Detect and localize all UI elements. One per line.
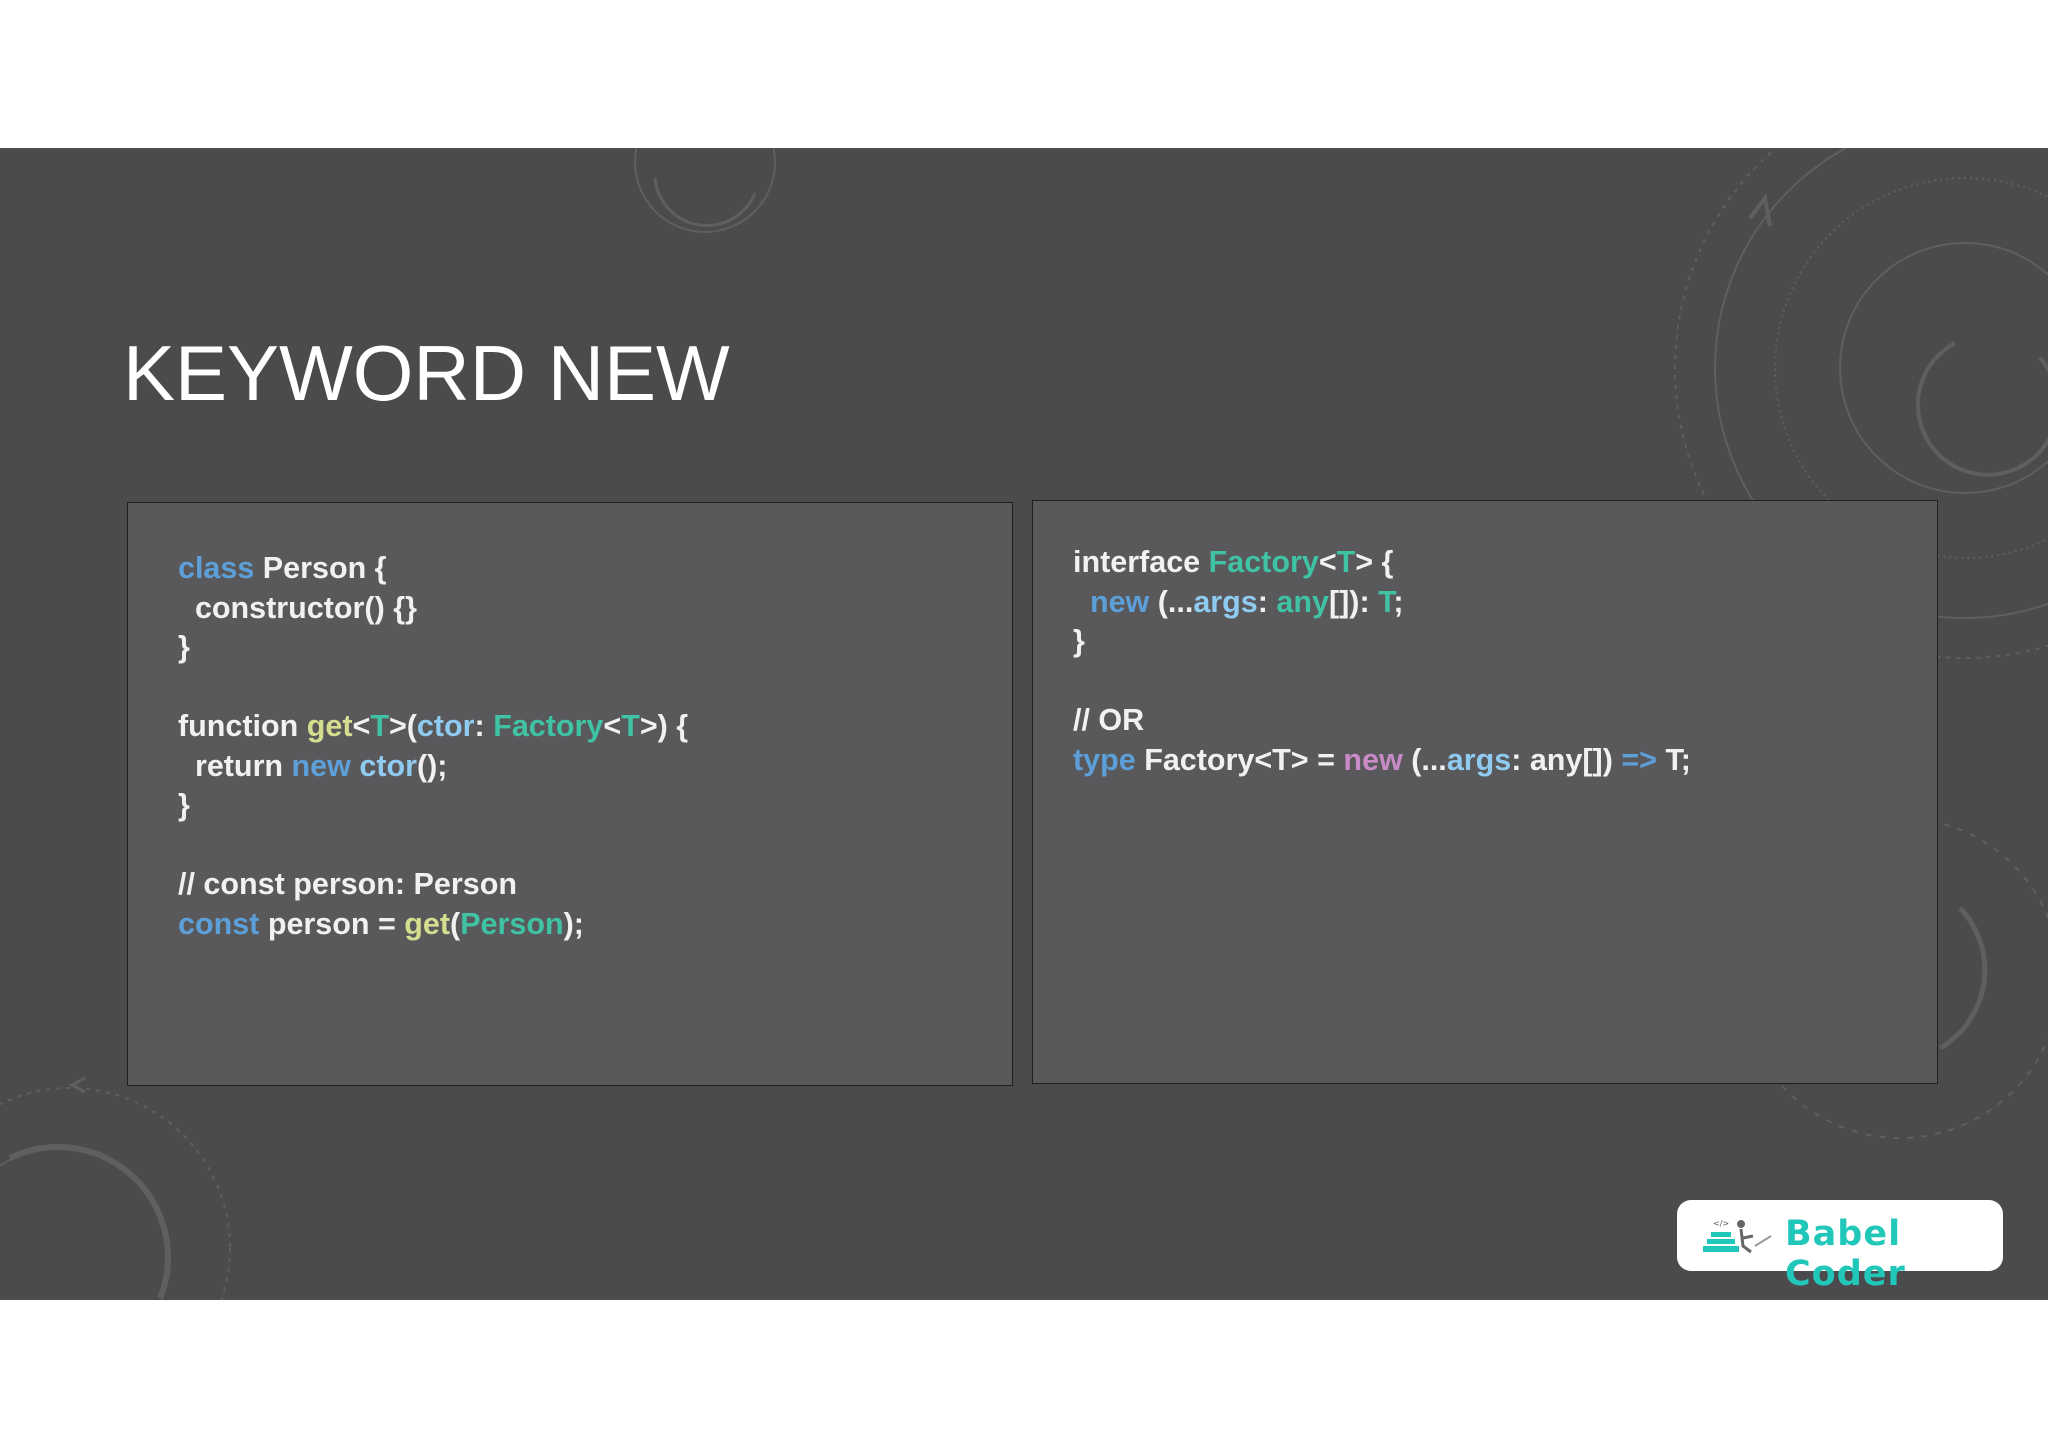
code-token: ctor xyxy=(416,709,475,743)
code-panel-right: interface Factory<T> { new (...args: any… xyxy=(1032,500,1938,1084)
code-token: // const person: Person xyxy=(178,867,517,901)
code-token: new xyxy=(1343,742,1403,777)
code-token: ( xyxy=(450,906,461,941)
code-token: class xyxy=(178,551,255,585)
code-token: Person xyxy=(460,906,564,941)
code-token: < xyxy=(1318,545,1337,579)
code-token: } xyxy=(178,788,190,822)
code-token: >) { xyxy=(639,709,689,743)
svg-text:</>: </> xyxy=(1713,1219,1729,1228)
code-token: } xyxy=(178,630,190,664)
code-token: T xyxy=(1378,584,1394,619)
code-token: function xyxy=(178,709,307,743)
code-token: : any[]) xyxy=(1511,742,1622,777)
code-line: } xyxy=(178,628,688,668)
code-line: return new ctor(); xyxy=(178,747,688,787)
code-token: return xyxy=(178,748,292,783)
code-token: : xyxy=(1257,584,1277,619)
code-line: } xyxy=(1073,622,1691,662)
code-token: person = xyxy=(259,906,405,941)
code-token: const xyxy=(178,906,260,941)
slide: KEYWORD NEW class Person { constructor()… xyxy=(0,148,2048,1300)
code-token: interface xyxy=(1073,545,1209,579)
slide-title: KEYWORD NEW xyxy=(123,329,730,417)
code-token: > { xyxy=(1355,545,1394,579)
code-token: Factory xyxy=(493,709,604,743)
code-line: const person = get(Person); xyxy=(178,905,688,945)
code-token: Factory<T> = xyxy=(1135,742,1344,777)
code-block-right: interface Factory<T> { new (...args: any… xyxy=(1073,543,1691,780)
babel-coder-logo: </> Babel Coder xyxy=(1677,1200,2003,1294)
code-token: ; xyxy=(1393,584,1404,619)
code-line: new (...args: any[]): T; xyxy=(1073,583,1691,623)
code-token: ); xyxy=(563,906,584,941)
code-line: } xyxy=(178,786,688,826)
code-token: => xyxy=(1621,742,1657,777)
code-token: (... xyxy=(1402,742,1447,777)
code-token: get xyxy=(404,906,451,941)
code-line: type Factory<T> = new (...args: any[]) =… xyxy=(1073,741,1691,781)
code-line: interface Factory<T> { xyxy=(1073,543,1691,583)
code-token: // OR xyxy=(1073,703,1145,737)
code-token: < xyxy=(352,709,371,743)
code-token: T; xyxy=(1656,742,1691,777)
code-token: args xyxy=(1193,584,1258,619)
code-token: []): xyxy=(1328,584,1379,619)
code-token: any xyxy=(1276,584,1329,619)
code-line: function get<T>(ctor: Factory<T>) { xyxy=(178,707,688,747)
code-line: // OR xyxy=(1073,701,1691,741)
code-token: new xyxy=(1089,584,1150,619)
code-token: T xyxy=(370,709,389,743)
code-panel-left: class Person { constructor() {}} functio… xyxy=(127,502,1013,1086)
code-token: constructor() {} xyxy=(178,590,417,625)
code-token: new xyxy=(291,748,351,783)
code-line: class Person { xyxy=(178,549,688,589)
code-token: < xyxy=(603,709,622,743)
brand-name: Babel Coder xyxy=(1785,1214,1906,1294)
code-line: constructor() {} xyxy=(178,589,688,629)
code-token: Person { xyxy=(254,551,387,585)
code-token: Factory xyxy=(1208,545,1319,579)
code-line: // const person: Person xyxy=(178,865,688,905)
code-token: get xyxy=(306,709,353,743)
code-token: >( xyxy=(388,709,417,743)
code-token: ctor xyxy=(359,748,417,783)
code-token: } xyxy=(1073,624,1085,658)
babel-coder-logo-icon: </> xyxy=(1703,1219,1772,1254)
code-block-left: class Person { constructor() {}} functio… xyxy=(178,549,688,944)
code-token: T xyxy=(1336,545,1356,579)
code-token: type xyxy=(1073,742,1136,777)
code-token: (); xyxy=(416,748,448,783)
code-token: args xyxy=(1446,742,1512,777)
code-token: T xyxy=(621,709,640,743)
code-token: (... xyxy=(1149,584,1194,619)
code-token: : xyxy=(474,709,494,743)
